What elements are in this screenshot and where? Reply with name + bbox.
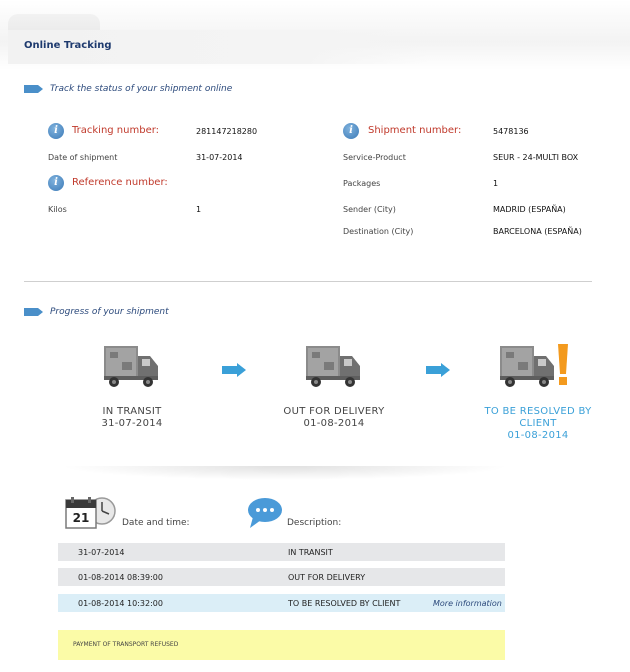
payment-refused-note: PAYMENT OF TRANSPORT REFUSED	[58, 630, 505, 660]
calendar-day: 21	[72, 511, 90, 525]
history-row-date: 01-08-2014 10:32:00	[78, 599, 163, 608]
arrow-right-icon	[426, 363, 450, 377]
packages-value: 1	[493, 179, 499, 188]
shipment-number-label: Shipment number:	[368, 125, 462, 136]
date-of-shipment-label: Date of shipment	[48, 153, 118, 162]
tracking-number-label: Tracking number:	[72, 125, 160, 136]
step-3-date: 01-08-2014	[507, 430, 569, 441]
reference-number-label: Reference number:	[72, 177, 168, 188]
history-row-date: 31-07-2014	[78, 548, 125, 557]
section-title-status: Track the status of your shipment online	[50, 84, 233, 94]
destination-value: BARCELONA (ESPAÑA)	[493, 227, 582, 236]
history-row: 01-08-2014 08:39:00 OUT FOR DELIVERY	[58, 568, 505, 586]
kilos-label: Kilos	[48, 205, 67, 214]
step-1-date: 31-07-2014	[101, 418, 163, 429]
separator-shadow	[60, 466, 510, 480]
kilos-value: 1	[196, 205, 202, 214]
truck-icon	[306, 346, 360, 387]
truck-icon	[500, 346, 554, 387]
step-2-date: 01-08-2014	[303, 418, 365, 429]
history-row: 31-07-2014 IN TRANSIT	[58, 543, 505, 561]
history-row-description: TO BE RESOLVED BY CLIENT	[288, 599, 401, 608]
section-divider	[24, 281, 592, 282]
section-arrow-icon	[24, 85, 43, 93]
step-3-status-line2: CLIENT	[519, 418, 557, 429]
arrow-right-icon	[222, 363, 246, 377]
step-3-status-line1: TO BE RESOLVED BY	[484, 406, 592, 417]
history-row-description: IN TRANSIT	[288, 548, 333, 557]
tab-online-tracking[interactable]: Online Tracking	[24, 40, 112, 51]
exclamation-icon	[558, 344, 568, 385]
history-row: 01-08-2014 10:32:00 TO BE RESOLVED BY CL…	[58, 594, 505, 612]
truck-icon	[104, 346, 158, 387]
step-2-status: OUT FOR DELIVERY	[283, 406, 385, 417]
date-of-shipment-value: 31-07-2014	[196, 153, 243, 162]
service-product-label: Service-Product	[343, 153, 406, 162]
info-icon: i	[48, 123, 64, 139]
packages-label: Packages	[343, 179, 381, 188]
more-information-link[interactable]: More information	[433, 599, 502, 608]
tracking-number-value: 281147218280	[196, 127, 258, 136]
date-time-header: Date and time:	[122, 518, 190, 528]
destination-label: Destination (City)	[343, 227, 414, 236]
info-icon: i	[48, 175, 64, 191]
section-arrow-icon	[24, 308, 43, 316]
history-row-date: 01-08-2014 08:39:00	[78, 573, 163, 582]
section-title-progress: Progress of your shipment	[50, 307, 169, 317]
service-product-value: SEUR - 24-MULTI BOX	[493, 153, 579, 162]
step-1-status: IN TRANSIT	[102, 406, 162, 417]
sender-label: Sender (City)	[343, 205, 396, 214]
note-text: PAYMENT OF TRANSPORT REFUSED	[73, 641, 179, 648]
history-row-description: OUT FOR DELIVERY	[288, 573, 366, 582]
description-header: Description:	[287, 518, 342, 528]
shipment-number-value: 5478136	[493, 127, 529, 136]
speech-bubble-icon	[248, 498, 282, 528]
sender-value: MADRID (ESPAÑA)	[493, 205, 566, 214]
info-icon: i	[343, 123, 359, 139]
